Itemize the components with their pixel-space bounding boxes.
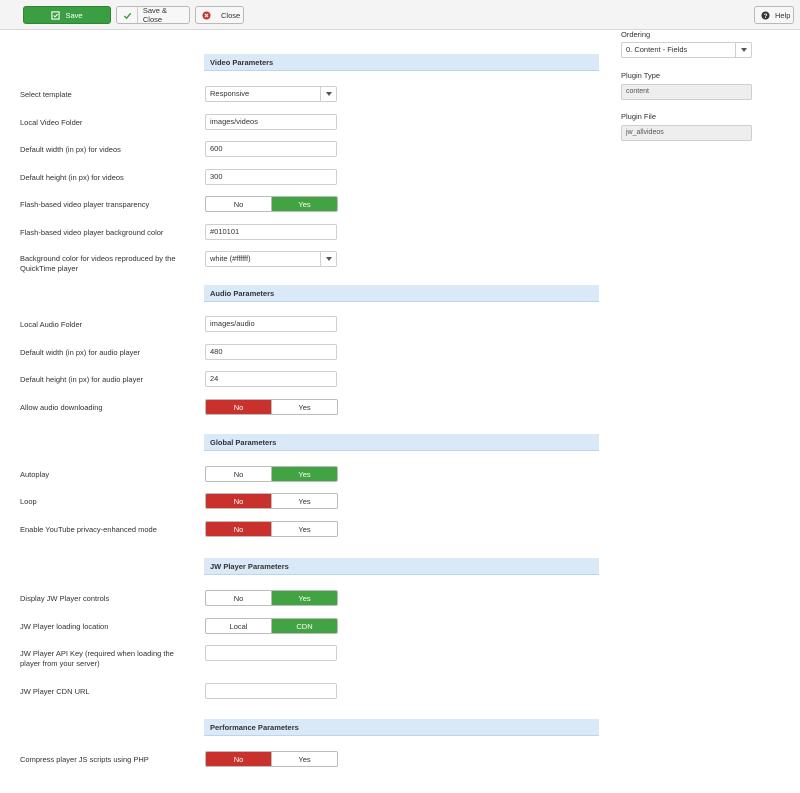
section-audio-parameters: Audio Parameters — [204, 285, 599, 302]
chevron-down-icon — [320, 87, 336, 101]
chevron-down-icon — [320, 252, 336, 266]
template-select[interactable]: Responsive — [205, 86, 337, 102]
bgcolor-label: Flash-based video player background colo… — [20, 228, 164, 237]
loop-yes-option[interactable]: Yes — [272, 494, 337, 508]
compress-yes-option[interactable]: Yes — [272, 752, 337, 766]
audio-download-label: Allow audio downloading — [20, 403, 103, 412]
autoplay-label: Autoplay — [20, 470, 50, 479]
plugin-type-label: Plugin Type — [621, 71, 661, 80]
transparency-label: Flash-based video player transparency — [20, 200, 150, 209]
qt-bgcolor-label: Background color for videos reproduced b… — [20, 254, 176, 273]
toolbar: Save Save & Close Close ? Help — [0, 0, 800, 30]
bgcolor-input[interactable]: #010101 — [205, 224, 337, 240]
video-folder-input[interactable]: images/videos — [205, 114, 337, 130]
close-icon — [202, 10, 211, 20]
qt-bgcolor-select[interactable]: white (#ffffff) — [205, 251, 337, 267]
audio-download-toggle[interactable]: No Yes — [205, 399, 338, 415]
save-icon — [51, 10, 61, 20]
jw-apikey-input[interactable] — [205, 645, 337, 661]
audio-folder-input[interactable]: images/audio — [205, 316, 337, 332]
ordering-value: 0. Content - Fields — [626, 45, 688, 54]
help-button[interactable]: ? Help — [754, 6, 794, 24]
audio-download-yes-option[interactable]: Yes — [272, 400, 337, 414]
video-width-input[interactable]: 600 — [205, 141, 337, 157]
close-label: Close — [221, 10, 241, 20]
jw-location-label: JW Player loading location — [20, 622, 109, 631]
audio-height-label: Default height (in px) for audio player — [20, 375, 143, 384]
compress-label: Compress player JS scripts using PHP — [20, 755, 149, 764]
section-global-parameters: Global Parameters — [204, 434, 599, 451]
section-video-parameters: Video Parameters — [204, 54, 599, 71]
section-jw-player-parameters: JW Player Parameters — [204, 558, 599, 575]
youtube-privacy-no-option[interactable]: No — [206, 522, 272, 536]
save-label: Save — [65, 10, 83, 20]
youtube-privacy-label: Enable YouTube privacy-enhanced mode — [20, 525, 157, 534]
loop-toggle[interactable]: No Yes — [205, 493, 338, 509]
compress-toggle[interactable]: No Yes — [205, 751, 338, 767]
plugin-file-field: jw_allvideos — [621, 125, 752, 141]
transparency-toggle[interactable]: No Yes — [205, 196, 338, 212]
chevron-down-icon — [735, 43, 751, 57]
separator — [137, 7, 138, 23]
save-close-button[interactable]: Save & Close — [116, 6, 190, 24]
jw-controls-toggle[interactable]: No Yes — [205, 590, 338, 606]
jw-location-local-option[interactable]: Local — [206, 619, 272, 633]
jw-controls-no-option[interactable]: No — [206, 591, 272, 605]
audio-download-no-option[interactable]: No — [206, 400, 272, 414]
transparency-no-option[interactable]: No — [206, 197, 272, 211]
jw-location-toggle[interactable]: Local CDN — [205, 618, 338, 634]
loop-label: Loop — [20, 497, 37, 506]
template-select-value: Responsive — [210, 89, 250, 98]
help-label: Help — [775, 10, 791, 20]
ordering-label: Ordering — [621, 30, 651, 39]
youtube-privacy-toggle[interactable]: No Yes — [205, 521, 338, 537]
svg-text:?: ? — [764, 12, 768, 19]
close-button[interactable]: Close — [195, 6, 244, 24]
jw-controls-label: Display JW Player controls — [20, 594, 110, 603]
audio-folder-label: Local Audio Folder — [20, 320, 83, 329]
ordering-select[interactable]: 0. Content - Fields — [621, 42, 752, 58]
autoplay-yes-option[interactable]: Yes — [272, 467, 337, 481]
select-template-label: Select template — [20, 90, 72, 99]
save-button[interactable]: Save — [23, 6, 111, 24]
compress-no-option[interactable]: No — [206, 752, 272, 766]
audio-height-input[interactable]: 24 — [205, 371, 337, 387]
audio-width-label: Default width (in px) for audio player — [20, 348, 141, 357]
plugin-type-field: content — [621, 84, 752, 100]
video-height-input[interactable]: 300 — [205, 169, 337, 185]
jw-location-cdn-option[interactable]: CDN — [272, 619, 337, 633]
jw-cdn-input[interactable] — [205, 683, 337, 699]
video-width-label: Default width (in px) for videos — [20, 145, 121, 154]
transparency-yes-option[interactable]: Yes — [272, 197, 337, 211]
question-icon: ? — [761, 10, 770, 20]
jw-controls-yes-option[interactable]: Yes — [272, 591, 337, 605]
jw-apikey-label: JW Player API Key (required when loading… — [20, 649, 174, 668]
video-height-label: Default height (in px) for videos — [20, 173, 124, 182]
plugin-file-label: Plugin File — [621, 112, 657, 121]
qt-bgcolor-value: white (#ffffff) — [210, 254, 251, 263]
audio-width-input[interactable]: 480 — [205, 344, 337, 360]
loop-no-option[interactable]: No — [206, 494, 272, 508]
autoplay-toggle[interactable]: No Yes — [205, 466, 338, 482]
section-performance-parameters: Performance Parameters — [204, 719, 599, 736]
save-close-label: Save & Close — [142, 6, 168, 24]
check-icon — [123, 11, 132, 20]
autoplay-no-option[interactable]: No — [206, 467, 272, 481]
video-folder-label: Local Video Folder — [20, 118, 83, 127]
youtube-privacy-yes-option[interactable]: Yes — [272, 522, 337, 536]
jw-cdn-label: JW Player CDN URL — [20, 687, 90, 696]
